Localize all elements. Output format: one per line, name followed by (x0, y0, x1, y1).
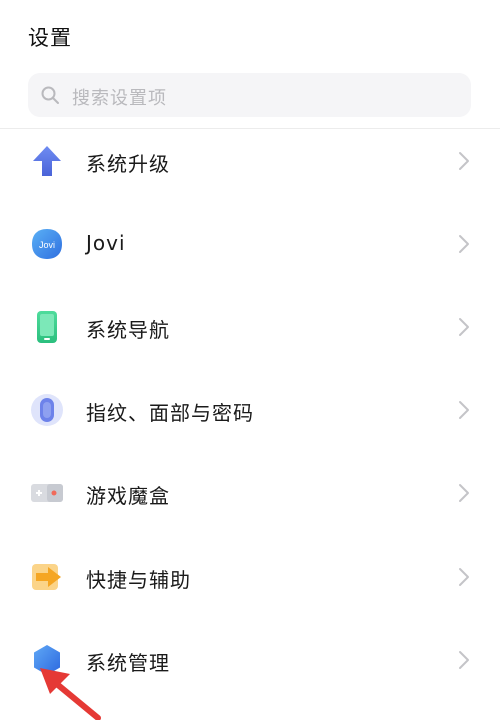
settings-item-shortcut[interactable]: 快捷与辅助 (0, 540, 500, 612)
settings-item-label: 系统导航 (86, 318, 170, 342)
chevron-right-icon (459, 318, 469, 336)
shortcut-icon (32, 564, 61, 590)
chevron-right-icon (459, 235, 469, 253)
fingerprint-icon (31, 394, 63, 426)
jovi-icon: Jovi (32, 229, 62, 259)
search-icon (41, 86, 59, 104)
settings-item-fingerprint[interactable]: 指纹、面部与密码 (0, 373, 500, 445)
settings-item-label: 游戏魔盒 (86, 484, 170, 508)
settings-item-label: Jovi (86, 231, 126, 255)
system-navigation-icon (37, 311, 57, 343)
search-placeholder: 搜索设置项 (72, 88, 167, 109)
settings-item-game-box[interactable]: 游戏魔盒 (0, 456, 500, 528)
chevron-right-icon (459, 484, 469, 502)
settings-item-jovi[interactable]: Jovi Jovi (0, 207, 500, 279)
settings-page: 设置 搜索设置项 系统升级 Jovi Jovi 系统导航 指纹、面部与密码 游戏… (0, 0, 500, 720)
game-box-icon (31, 484, 63, 502)
page-title: 设置 (28, 26, 72, 50)
chevron-right-icon (459, 651, 469, 669)
settings-item-label: 指纹、面部与密码 (86, 401, 254, 425)
chevron-right-icon (459, 401, 469, 419)
settings-item-system-navigation[interactable]: 系统导航 (0, 290, 500, 362)
red-arrow-annotation-icon (40, 668, 101, 720)
chevron-right-icon (459, 152, 469, 170)
settings-item-label: 系统升级 (86, 152, 170, 176)
system-update-icon (33, 146, 61, 176)
chevron-right-icon (459, 568, 469, 586)
jovi-icon-text: Jovi (39, 240, 55, 250)
settings-item-system-update[interactable]: 系统升级 (0, 124, 500, 196)
settings-item-label: 快捷与辅助 (86, 568, 191, 592)
search-input[interactable]: 搜索设置项 (28, 73, 471, 117)
